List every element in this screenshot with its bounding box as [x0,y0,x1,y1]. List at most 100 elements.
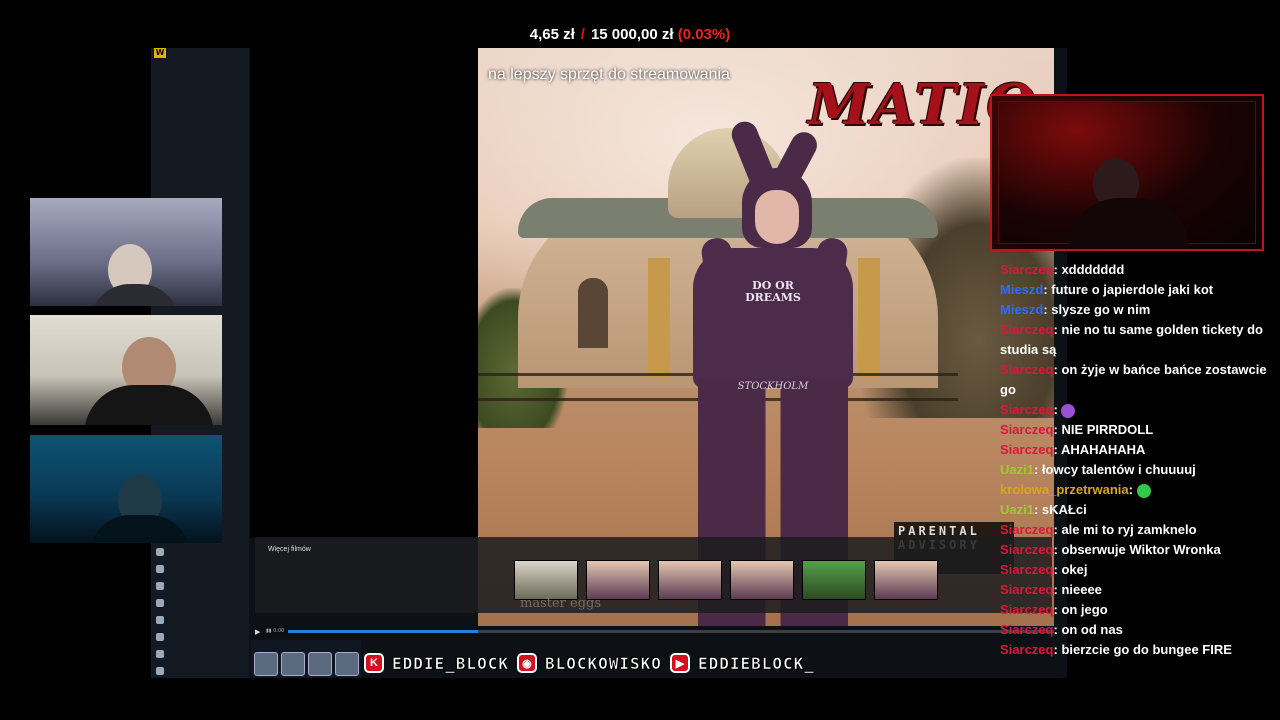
pants-print: STOCKHOLM [737,381,809,392]
guest-body [90,515,190,543]
history-icon[interactable] [156,616,164,624]
chat-username[interactable]: Siarczeq [1000,422,1053,437]
chat-username[interactable]: Siarczeq [1000,442,1053,457]
pavilion-window [578,278,608,348]
chat-text: nieeee [1061,582,1102,597]
chat-username[interactable]: Siarczeq [1000,362,1053,377]
chat-message: Siarczeq: xddddddd [1000,262,1125,277]
channel-avatars [254,652,359,676]
progress-fill [288,630,478,633]
channel-avatar[interactable] [335,652,359,676]
guest-webcam-2 [30,315,222,425]
video-thumbnail[interactable] [658,560,722,600]
chat-text: sKAŁci [1041,502,1087,517]
video-thumbnail[interactable] [586,560,650,600]
home-icon[interactable] [156,548,164,556]
profile-icon[interactable] [156,667,164,675]
chat-text: xddddddd [1061,262,1125,277]
discord-icon: ◉ [516,653,537,673]
chat-username[interactable]: Siarczeq [1000,642,1053,657]
chat-username[interactable]: Mieszd [1000,282,1043,297]
chat-message: Siarczeq: AHAHAHAHA [1000,442,1146,457]
subscriptions-icon[interactable] [156,633,164,641]
chat-message: Siarczeq: [1000,400,1270,420]
sidebar-icons [153,545,167,675]
chat-username[interactable]: Siarczeq [1000,562,1053,577]
chat-message: Uazi1: sKAŁci [1000,502,1087,517]
social-handle: EDDIEBLOCK_ [697,653,815,673]
chat-text: okej [1061,562,1088,577]
chat-text: ale mi to ryj zamknelo [1061,522,1197,537]
channel-avatar[interactable] [308,652,332,676]
socials-bar: K EDDIE_BLOCK ◉ BLOCKOWISKO ▶ EDDIEBLOCK_ [364,650,815,676]
chat-text: on od nas [1061,622,1123,637]
chat-text: on jego [1061,602,1108,617]
chat-message: Siarczeq: NIE PIRRDOLL [1000,422,1154,437]
chat-username[interactable]: Siarczeq [1000,322,1053,337]
chat-username[interactable]: Uazi1 [1000,462,1034,477]
chat-text: łowcy talentów i chuuuuj [1041,462,1196,477]
chat-username[interactable]: Mieszd [1000,302,1043,317]
streamer-body [1069,198,1189,248]
chat-message: Siarczeq: nieeee [1000,582,1102,597]
video-thumbnail[interactable] [730,560,794,600]
social-handle: BLOCKOWISKO [544,653,662,673]
kick-icon: K [364,653,384,673]
youtube-icon: ▶ [669,653,690,673]
chat-message: Mieszd: future o japierdole jaki kot [1000,282,1214,297]
chat-username[interactable]: Siarczeq [1000,582,1053,597]
chat-username[interactable]: Siarczeq [1000,602,1053,617]
shirt-print: DO OR DREAMS [745,279,801,304]
more-videos-list [514,560,1014,600]
chat-username[interactable]: Siarczeq [1000,542,1053,557]
time-display: ▮▮ 0:00 [266,628,285,634]
library-icon[interactable] [156,599,164,607]
chat-message: Mieszd: slysze go w nim [1000,302,1151,317]
chat-message: Uazi1: łowcy talentów i chuuuuj [1000,462,1196,477]
face [755,190,799,244]
torso [693,248,853,388]
play-icon[interactable]: ▶ [255,628,260,636]
chat-text: slysze go w nim [1051,302,1151,317]
guest-body [84,385,214,425]
streamer-webcam [998,101,1256,248]
social-handle: EDDIE_BLOCK [392,653,509,673]
guest-webcam-3 [30,435,222,543]
purple-emote-icon [1061,403,1076,418]
chat-username[interactable]: Siarczeq [1000,262,1053,277]
video-thumbnail[interactable] [514,560,578,600]
chat-text: obserwuje Wiktor Wronka [1061,542,1221,557]
chat-text: bierzcie go do bungee FIRE [1061,642,1232,657]
chat-message: Siarczeq: on od nas [1000,622,1123,637]
help-icon[interactable] [156,650,164,658]
pavilion-column [648,258,670,378]
video-thumbnail[interactable] [874,560,938,600]
thumbnail-caption: master eggs [520,596,602,611]
chat-username[interactable]: Siarczeq [1000,622,1053,637]
chat-message: Siarczeq: obserwuje Wiktor Wronka [1000,542,1221,557]
chat-message: Siarczeq: on jego [1000,602,1108,617]
chat-panel: Siarczeq: xddddddd Mieszd: future o japie… [1000,260,1270,660]
more-videos-title: Więcej filmów [268,546,311,553]
chat-username[interactable]: krolowa_przetrwania [1000,482,1129,497]
chat-text: NIE PIRRDOLL [1061,422,1154,437]
channel-avatar[interactable] [281,652,305,676]
chat-username[interactable]: Uazi1 [1000,502,1034,517]
chat-message: Siarczeq: on żyje w bańce bańce zostawci… [1000,362,1267,397]
goal-current: 4,65 zł [529,26,575,43]
chat-username[interactable]: Siarczeq [1000,522,1053,537]
goal-caption: na lepszy sprzęt do streamowania [488,66,730,83]
green-emote-icon [1136,483,1151,498]
goal-separator: / [580,26,585,43]
explore-icon[interactable] [156,565,164,573]
settings-icon[interactable] [156,582,164,590]
video-thumbnail[interactable] [802,560,866,600]
chat-username[interactable]: Siarczeq [1000,402,1053,417]
guest-body [90,284,180,306]
chat-message: Siarczeq: ale mi to ryj zamknelo [1000,522,1197,537]
channel-avatar[interactable] [254,652,278,676]
chat-message: Siarczeq: bierzcie go do bungee FIRE [1000,642,1232,657]
guest-webcam-1 [30,198,222,306]
chat-text: future o japierdole jaki kot [1051,282,1214,297]
goal-percent: (0.03%) [677,26,731,43]
